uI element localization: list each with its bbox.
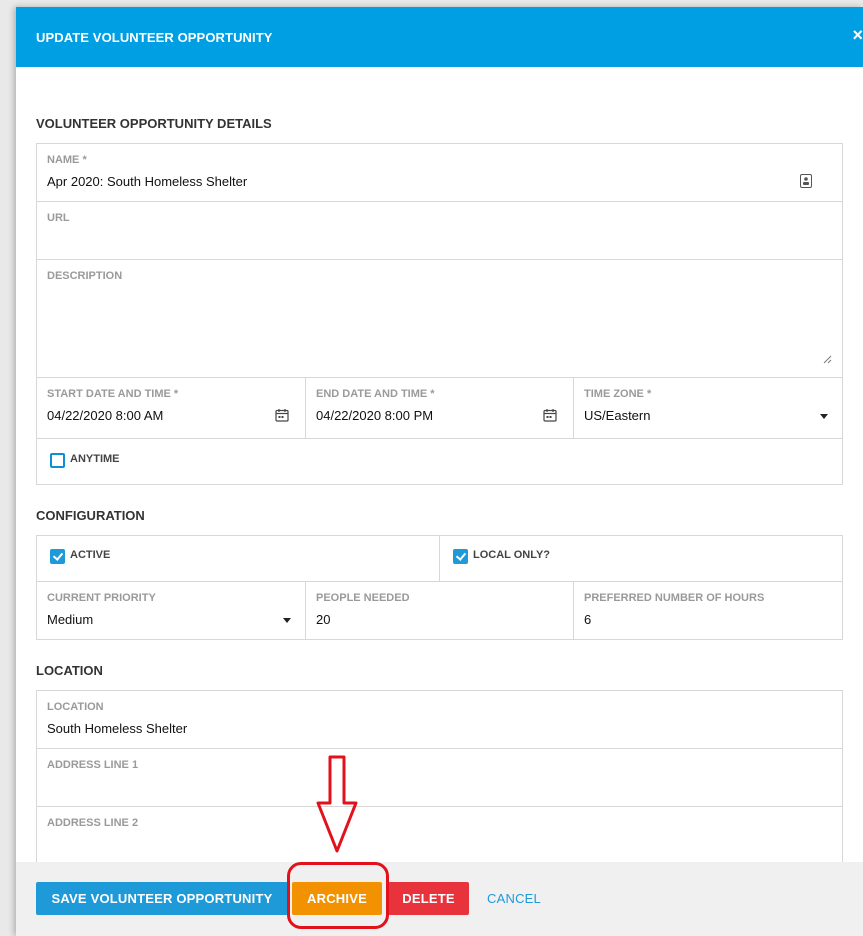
name-value: Apr 2020: South Homeless Shelter xyxy=(47,174,248,189)
local-only-row: LOCAL ONLY? xyxy=(440,536,842,582)
anytime-checkbox[interactable] xyxy=(50,453,65,468)
start-date-field[interactable]: START DATE AND TIME * 04/22/2020 8:00 AM xyxy=(37,378,306,439)
name-label: NAME * xyxy=(47,154,87,166)
people-needed-field[interactable]: PEOPLE NEEDED 20 xyxy=(306,582,574,639)
priority-value: Medium xyxy=(47,612,94,627)
contact-card-icon[interactable] xyxy=(800,174,816,190)
location-label: LOCATION xyxy=(47,701,104,713)
name-field[interactable]: NAME * Apr 2020: South Homeless Shelter xyxy=(37,144,842,202)
cancel-button[interactable]: CANCEL xyxy=(477,882,551,915)
close-icon[interactable]: × xyxy=(849,25,863,46)
end-date-field[interactable]: END DATE AND TIME * 04/22/2020 8:00 PM xyxy=(306,378,574,439)
configuration-panel: ACTIVE LOCAL ONLY? CURRENT PRIORITY Medi… xyxy=(36,535,843,640)
start-date-label: START DATE AND TIME * xyxy=(47,388,179,400)
delete-button[interactable]: DELETE xyxy=(388,882,469,915)
start-date-value: 04/22/2020 8:00 AM xyxy=(47,408,164,423)
people-needed-label: PEOPLE NEEDED xyxy=(316,592,410,604)
address-line-1-label: ADDRESS LINE 1 xyxy=(47,759,139,771)
people-needed-value: 20 xyxy=(316,612,331,627)
annotation-arrow-icon xyxy=(316,755,358,853)
hours-label: PREFERRED NUMBER OF HOURS xyxy=(584,592,765,604)
priority-label: CURRENT PRIORITY xyxy=(47,592,156,604)
description-field[interactable]: DESCRIPTION xyxy=(37,260,842,378)
chevron-down-icon[interactable] xyxy=(283,618,291,623)
details-panel: NAME * Apr 2020: South Homeless Shelter … xyxy=(36,143,843,485)
address-line-2-label: ADDRESS LINE 2 xyxy=(47,817,139,829)
timezone-select[interactable]: TIME ZONE * US/Eastern xyxy=(574,378,842,439)
active-label: ACTIVE xyxy=(70,549,111,561)
end-date-label: END DATE AND TIME * xyxy=(316,388,435,400)
local-only-checkbox[interactable] xyxy=(453,549,468,564)
modal-footer: SAVE VOLUNTEER OPPORTUNITY ARCHIVE DELET… xyxy=(16,862,863,936)
url-label: URL xyxy=(47,212,70,224)
save-button[interactable]: SAVE VOLUNTEER OPPORTUNITY xyxy=(36,882,288,915)
anytime-label: ANYTIME xyxy=(70,453,120,465)
details-section-title: VOLUNTEER OPPORTUNITY DETAILS xyxy=(36,116,272,131)
resize-handle-icon[interactable] xyxy=(823,351,832,369)
location-panel: LOCATION South Homeless Shelter ADDRESS … xyxy=(36,690,843,890)
timezone-label: TIME ZONE * xyxy=(584,388,652,400)
update-opportunity-modal: UPDATE VOLUNTEER OPPORTUNITY × VOLUNTEER… xyxy=(16,7,863,936)
description-label: DESCRIPTION xyxy=(47,270,123,282)
location-value: South Homeless Shelter xyxy=(47,721,188,736)
hours-field[interactable]: PREFERRED NUMBER OF HOURS 6 xyxy=(574,582,842,639)
address-line-1-field[interactable]: ADDRESS LINE 1 xyxy=(37,749,842,807)
location-field[interactable]: LOCATION South Homeless Shelter xyxy=(37,691,842,749)
end-date-value: 04/22/2020 8:00 PM xyxy=(316,408,434,423)
calendar-icon[interactable] xyxy=(275,408,291,424)
chevron-down-icon[interactable] xyxy=(820,414,828,419)
active-row: ACTIVE xyxy=(37,536,440,582)
location-section-title: LOCATION xyxy=(36,663,103,678)
modal-header: UPDATE VOLUNTEER OPPORTUNITY × xyxy=(16,7,863,67)
url-field[interactable]: URL xyxy=(37,202,842,260)
modal-title: UPDATE VOLUNTEER OPPORTUNITY xyxy=(36,30,273,45)
hours-value: 6 xyxy=(584,612,592,627)
anytime-row: ANYTIME xyxy=(37,439,842,484)
local-only-label: LOCAL ONLY? xyxy=(473,549,551,561)
calendar-icon[interactable] xyxy=(543,408,559,424)
configuration-section-title: CONFIGURATION xyxy=(36,508,145,523)
timezone-value: US/Eastern xyxy=(584,408,651,423)
priority-select[interactable]: CURRENT PRIORITY Medium xyxy=(37,582,306,639)
active-checkbox[interactable] xyxy=(50,549,65,564)
annotation-highlight xyxy=(287,862,389,929)
